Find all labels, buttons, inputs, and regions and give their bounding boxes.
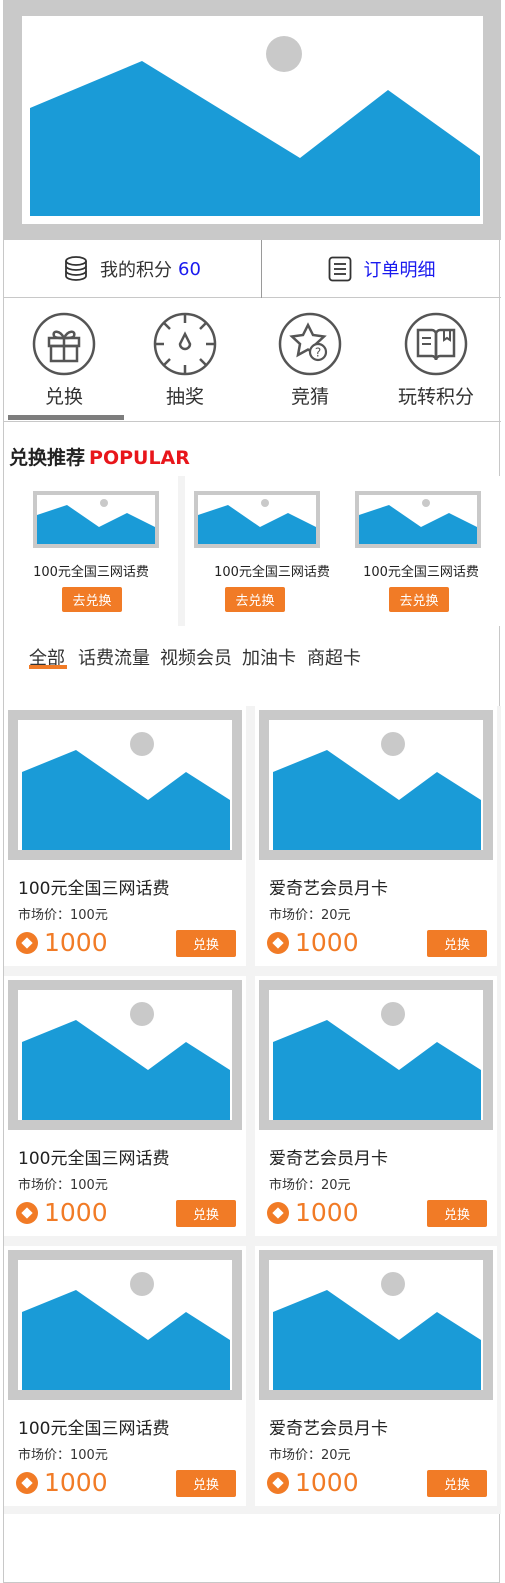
exchange-button[interactable]: 兑换: [176, 930, 236, 957]
product-title: 100元全国三网话费: [18, 1419, 170, 1439]
my-points-value: 60: [178, 258, 201, 280]
popular-list: 100元全国三网话费 去兑换 100元全国三网话费 去兑换 100元全国三网话费…: [4, 476, 501, 626]
product-market-price: 市场价：20元: [269, 1448, 351, 1463]
popular-card-name: 100元全国三网话费: [33, 565, 149, 580]
product-points: 1000: [16, 1198, 108, 1227]
product-points: 1000: [267, 1198, 359, 1227]
product-points: 1000: [16, 1468, 108, 1497]
popular-card[interactable]: 100元全国三网话费 去兑换: [185, 476, 359, 626]
product-title: 100元全国三网话费: [18, 879, 170, 899]
product-card[interactable]: 100元全国三网话费 市场价：100元 1000 兑换: [4, 706, 246, 966]
category-exchange-label: 兑换: [44, 386, 83, 408]
lottery-wheel-icon: [153, 312, 217, 376]
product-title: 100元全国三网话费: [18, 1149, 170, 1169]
category-nav: 兑换 抽奖 ? 竞猜 玩转积分: [4, 298, 501, 422]
exchange-button[interactable]: 兑换: [427, 1470, 487, 1497]
category-exchange[interactable]: 兑换: [9, 312, 119, 409]
product-image: [259, 710, 493, 860]
points-coin-icon: [16, 931, 38, 954]
popular-card-image: [33, 491, 159, 548]
exchange-button[interactable]: 兑换: [427, 930, 487, 957]
product-card[interactable]: 100元全国三网话费 市场价：100元 1000 兑换: [4, 1246, 246, 1506]
tab-video-vip[interactable]: 视频会员: [160, 644, 232, 670]
exchange-button[interactable]: 兑换: [176, 1470, 236, 1497]
product-points: 1000: [16, 928, 108, 957]
book-icon: [404, 312, 468, 376]
category-guess[interactable]: ? 竞猜: [255, 312, 365, 409]
popular-card-name: 100元全国三网话费: [214, 565, 330, 580]
points-coin-icon: [267, 1471, 289, 1494]
product-grid: 100元全国三网话费 市场价：100元 1000 兑换 爱奇艺会员月卡 市场价：…: [4, 706, 501, 1514]
popular-title: 兑换推荐: [9, 447, 86, 469]
category-active-indicator: [8, 415, 124, 420]
product-points-value: 1000: [44, 928, 108, 957]
svg-text:?: ?: [315, 346, 321, 360]
gift-icon: [32, 312, 96, 376]
product-image: [8, 980, 242, 1130]
product-card[interactable]: 100元全国三网话费 市场价：100元 1000 兑换: [4, 976, 246, 1236]
product-title: 爱奇艺会员月卡: [269, 1149, 388, 1169]
category-play-points[interactable]: 玩转积分: [376, 312, 496, 409]
popular-card-button[interactable]: 去兑换: [389, 587, 449, 612]
product-points-value: 1000: [295, 1468, 359, 1497]
points-coin-icon: [267, 1201, 289, 1224]
popular-card[interactable]: 100元全国三网话费 去兑换: [4, 476, 178, 626]
order-details-label: 订单明细: [363, 260, 436, 281]
popular-card-button[interactable]: 去兑换: [225, 587, 285, 612]
popular-card-button[interactable]: 去兑换: [62, 587, 122, 612]
category-lottery-label: 抽奖: [165, 386, 204, 408]
tab-supermarket-card[interactable]: 商超卡: [307, 644, 361, 670]
product-points: 1000: [267, 1468, 359, 1497]
product-points-value: 1000: [44, 1468, 108, 1497]
points-bar: 我的积分 60 订单明细: [4, 240, 501, 298]
product-card[interactable]: 爱奇艺会员月卡 市场价：20元 1000 兑换: [255, 976, 497, 1236]
order-details-link[interactable]: 订单明细: [262, 240, 501, 298]
banner[interactable]: [4, 0, 501, 240]
banner-image: [22, 16, 483, 224]
popular-card[interactable]: 100元全国三网话费 去兑换: [346, 476, 501, 626]
popular-heading: 兑换推荐 POPULAR: [9, 443, 190, 470]
product-card[interactable]: 爱奇艺会员月卡 市场价：20元 1000 兑换: [255, 1246, 497, 1506]
product-market-price: 市场价：20元: [269, 908, 351, 923]
product-points-value: 1000: [295, 1198, 359, 1227]
points-coin-icon: [267, 931, 289, 954]
page: 我的积分 60 订单明细 兑换 抽奖 ? 竞猜 玩转积分 兑换推荐 POPULA…: [3, 0, 501, 1583]
product-market-price: 市场价：100元: [18, 908, 108, 923]
product-points: 1000: [267, 928, 359, 957]
product-market-price: 市场价：100元: [18, 1178, 108, 1193]
product-title: 爱奇艺会员月卡: [269, 879, 388, 899]
product-card[interactable]: 爱奇艺会员月卡 市场价：20元 1000 兑换: [255, 706, 497, 966]
my-points-label: 我的积分: [100, 260, 173, 281]
tab-active-indicator: [29, 665, 67, 669]
category-play-points-label: 玩转积分: [397, 386, 474, 408]
question-star-icon: ?: [278, 312, 342, 376]
category-guess-label: 竞猜: [290, 386, 329, 408]
product-title: 爱奇艺会员月卡: [269, 1419, 388, 1439]
tab-phone-data[interactable]: 话费流量: [78, 644, 150, 670]
points-coin-icon: [16, 1201, 38, 1224]
exchange-button[interactable]: 兑换: [176, 1200, 236, 1227]
popular-card-image: [194, 491, 320, 548]
product-tabs: 全部 话费流量 视频会员 加油卡 商超卡: [4, 626, 501, 706]
product-market-price: 市场价：100元: [18, 1448, 108, 1463]
product-image: [8, 710, 242, 860]
product-market-price: 市场价：20元: [269, 1178, 351, 1193]
exchange-button[interactable]: 兑换: [427, 1200, 487, 1227]
category-lottery[interactable]: 抽奖: [130, 312, 240, 409]
my-points[interactable]: 我的积分 60: [4, 240, 262, 298]
popular-card-name: 100元全国三网话费: [363, 565, 479, 580]
product-points-value: 1000: [295, 928, 359, 957]
product-image: [259, 1250, 493, 1400]
product-image: [259, 980, 493, 1130]
product-points-value: 1000: [44, 1198, 108, 1227]
popular-title-en: POPULAR: [89, 447, 190, 469]
product-image: [8, 1250, 242, 1400]
popular-card-image: [355, 491, 481, 548]
tab-fuel-card[interactable]: 加油卡: [242, 644, 296, 670]
coins-icon: [64, 256, 88, 282]
points-coin-icon: [16, 1471, 38, 1494]
list-icon: [328, 256, 352, 282]
